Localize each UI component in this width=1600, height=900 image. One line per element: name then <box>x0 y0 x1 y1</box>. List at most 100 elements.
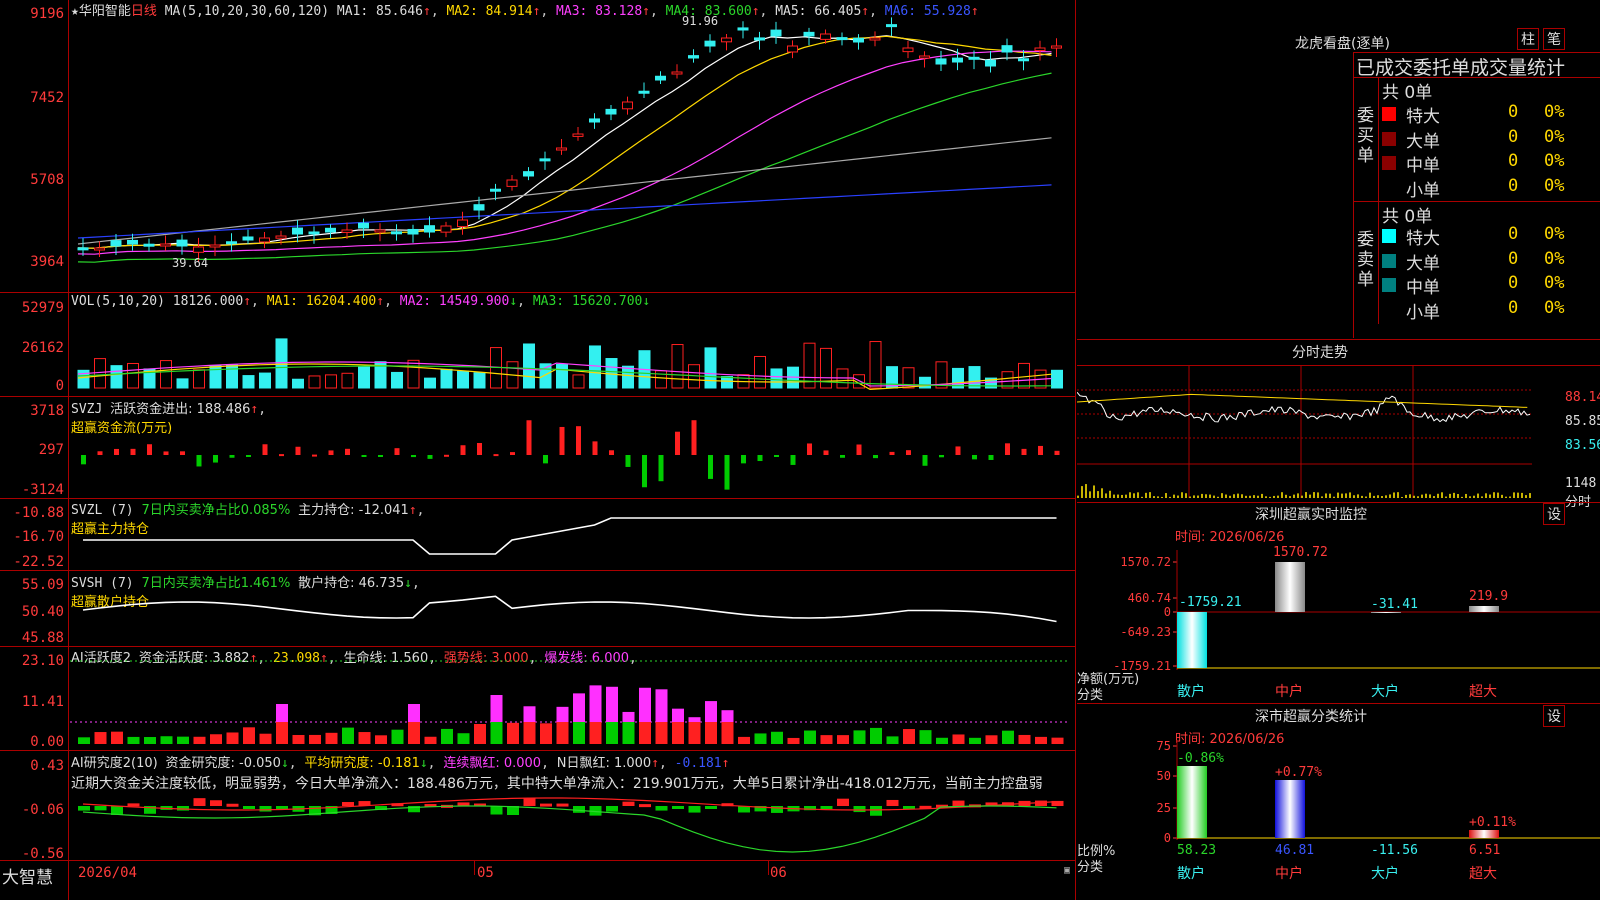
kline-svg <box>70 17 1070 853</box>
intraday-vol-bar <box>1329 493 1331 498</box>
candle-body <box>721 37 732 43</box>
buy-row-count: 0 <box>1508 102 1519 122</box>
activity-bar-top <box>721 710 734 722</box>
intraday-vol-bar <box>1409 494 1411 498</box>
research-bar <box>342 802 354 806</box>
intraday-vol-bar <box>1433 496 1435 498</box>
candle-body <box>688 55 699 59</box>
volume-bar <box>308 375 321 389</box>
candle-body <box>589 118 600 123</box>
buy-row-count: 0 <box>1508 126 1519 147</box>
candle-body <box>407 228 419 235</box>
research-bar <box>127 803 140 807</box>
intraday-vol-bar <box>1297 493 1299 498</box>
intraday-vol-bar <box>1405 494 1407 498</box>
lhb-tabs[interactable]: 已成交委托单成交量统计 <box>1353 52 1600 80</box>
intraday-vol-bar <box>1497 492 1499 498</box>
activity-bar-top <box>589 685 602 722</box>
research-bar <box>210 800 222 806</box>
intraday-vol-bar <box>1105 493 1107 498</box>
research-bar <box>672 806 684 809</box>
activity-bar <box>1002 730 1014 744</box>
sell-row-swatch <box>1382 278 1396 292</box>
activity-bar <box>193 736 206 744</box>
flow-bar <box>213 455 218 463</box>
flow-bar <box>741 455 746 464</box>
candle-body <box>919 55 930 59</box>
activity-bar <box>441 728 453 744</box>
volume-bar <box>391 371 403 389</box>
intraday-y-label: 88.14 <box>1565 390 1600 405</box>
flow-bar <box>559 426 565 455</box>
chart-area[interactable]: 9196 7452 5708 3964 52979 26162 0 3718 2… <box>0 0 1076 900</box>
activity-bar <box>705 722 717 744</box>
ma4-line <box>77 72 1052 263</box>
activity-bar <box>622 722 635 744</box>
activity-bar <box>655 722 668 744</box>
sz-settings-button[interactable]: 设 <box>1543 503 1565 525</box>
intraday-vol-bar <box>1485 493 1487 498</box>
intraday-vol-bar <box>1229 495 1231 498</box>
sell-row-label: 中单 <box>1406 278 1440 298</box>
flow-bar <box>972 455 977 460</box>
flow-bar <box>576 426 581 455</box>
sm-y-label: 75 <box>1157 740 1171 753</box>
activity-bar <box>936 737 948 744</box>
intraday-vol-bar <box>1249 495 1251 498</box>
activity-bar <box>177 736 189 744</box>
research-bar <box>556 803 569 807</box>
sz-y-label: 0 <box>1164 605 1171 619</box>
activity-bar <box>276 722 288 744</box>
ma2-line <box>77 35 1052 249</box>
sm-y-label: 50 <box>1157 769 1171 783</box>
flow-bar <box>609 450 614 455</box>
candle-body <box>770 29 782 37</box>
activity-bar <box>523 722 536 744</box>
flow-bar <box>510 452 515 455</box>
high-price-tag: 91.96 <box>682 14 719 28</box>
intraday-vol-bar <box>1445 496 1447 498</box>
intraday-vol-bar <box>1121 494 1123 498</box>
candle-body <box>110 240 122 247</box>
candle-body <box>853 37 864 43</box>
flow-bar <box>691 420 697 455</box>
activity-bar <box>804 730 816 744</box>
buy-row-pct: 0% <box>1544 151 1565 171</box>
flow-bar <box>361 455 367 457</box>
candle-body <box>754 37 765 41</box>
research-bar <box>226 803 239 807</box>
intraday-chart[interactable] <box>1077 366 1600 508</box>
main-position-line <box>83 517 1057 555</box>
tick-mode-button[interactable]: 笔 <box>1543 28 1565 50</box>
intraday-vol-bar <box>1377 495 1379 498</box>
lock-icon[interactable]: ▣ <box>1064 865 1070 876</box>
sell-row-pct: 0% <box>1544 248 1565 269</box>
research-bar <box>573 806 585 813</box>
research-bar <box>78 806 90 811</box>
sm-y-label: 0 <box>1164 831 1171 845</box>
intraday-vol-bar <box>1341 493 1343 498</box>
sell-row-label: 特大 <box>1406 229 1440 249</box>
intraday-vol-bar <box>1517 492 1519 498</box>
sm-settings-button[interactable]: 设 <box>1543 705 1565 727</box>
candle-body <box>638 90 650 94</box>
intraday-vol-bar <box>1265 496 1267 498</box>
candle-body <box>1001 45 1013 53</box>
activity-bar <box>952 734 965 744</box>
intraday-vol-bar <box>1217 496 1219 498</box>
activity-bar <box>226 732 239 744</box>
activity-bar <box>721 722 734 744</box>
sz-monitor-chart: 1570.72460.740-649.23-1759.21-1759.21157… <box>1113 545 1600 700</box>
flow-bar <box>114 448 119 455</box>
intraday-vol-bar <box>1425 493 1427 498</box>
flow-bar <box>955 446 961 455</box>
intraday-vol-bar <box>1169 496 1171 498</box>
sm-bar <box>1177 766 1207 838</box>
candle-body <box>325 227 336 233</box>
volume-bar <box>341 372 354 389</box>
intraday-vol-bar <box>1361 495 1363 498</box>
intraday-vol-bar <box>1101 488 1103 498</box>
bar-mode-button[interactable]: 柱 <box>1517 28 1539 50</box>
lhb-tab-label[interactable]: 已成交委托单成交量统计 <box>1356 53 1565 80</box>
flow-bar <box>312 454 317 457</box>
